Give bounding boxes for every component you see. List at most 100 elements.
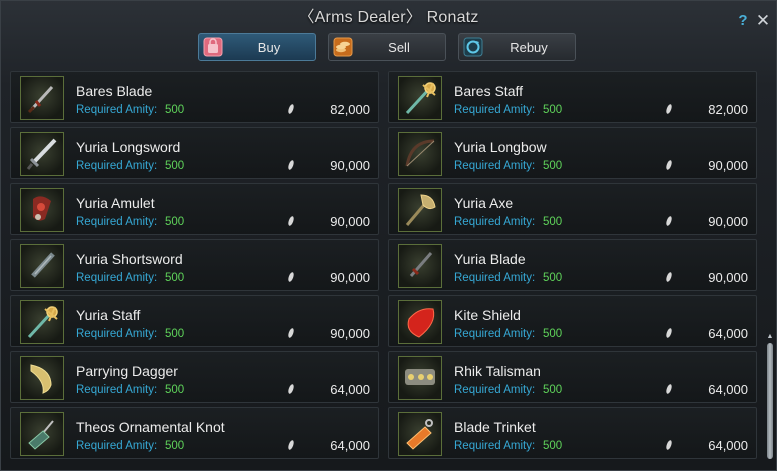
- coin-icon: [288, 272, 294, 282]
- item-slot[interactable]: [20, 300, 64, 344]
- item-price: 90,000: [330, 326, 370, 341]
- item-slot[interactable]: [398, 356, 442, 400]
- amity-label: Required Amity:: [76, 216, 158, 228]
- item-price: 64,000: [330, 382, 370, 397]
- staff-icon: [27, 306, 58, 339]
- cycle-icon: [462, 36, 484, 58]
- shop-item[interactable]: Yuria Shortsword Required Amity: 500 90,000: [10, 239, 379, 291]
- blade-icon: [409, 252, 433, 277]
- shop-item[interactable]: Kite Shield Required Amity: 500 64,000: [388, 295, 757, 347]
- shop-item[interactable]: Parrying Dagger Required Amity: 500 64,000: [10, 351, 379, 403]
- shop-item[interactable]: Blade Trinket Required Amity: 500 64,000: [388, 407, 757, 459]
- item-price: 64,000: [330, 438, 370, 453]
- amity-label: Required Amity:: [454, 160, 536, 172]
- item-price: 82,000: [330, 102, 370, 117]
- item-name: Parrying Dagger: [76, 363, 178, 379]
- tab-rebuy[interactable]: Rebuy: [458, 33, 576, 61]
- amity-label: Required Amity:: [76, 328, 158, 340]
- item-slot[interactable]: [398, 188, 442, 232]
- item-slot[interactable]: [20, 244, 64, 288]
- coin-icon: [288, 328, 294, 338]
- item-price: 64,000: [708, 382, 748, 397]
- dagger-icon: [27, 85, 54, 114]
- item-name: Yuria Blade: [454, 251, 526, 267]
- item-name: Kite Shield: [454, 307, 521, 323]
- item-slot[interactable]: [398, 300, 442, 344]
- item-slot[interactable]: [20, 132, 64, 176]
- amity-label: Required Amity:: [454, 328, 536, 340]
- item-name: Yuria Longsword: [76, 139, 181, 155]
- item-slot[interactable]: [20, 356, 64, 400]
- amulet-icon: [33, 196, 51, 221]
- scrollbar[interactable]: ▲: [766, 67, 774, 467]
- item-name: Bares Blade: [76, 83, 153, 99]
- scroll-thumb[interactable]: [767, 343, 773, 459]
- coin-icon: [666, 216, 672, 226]
- amity-value: 500: [543, 160, 563, 172]
- item-slot[interactable]: [20, 76, 64, 120]
- item-name: Blade Trinket: [454, 419, 536, 435]
- item-price: 90,000: [708, 214, 748, 229]
- amity-label: Required Amity:: [454, 272, 536, 284]
- coins-icon: [332, 36, 354, 58]
- shop-item[interactable]: Yuria Amulet Required Amity: 500 90,000: [10, 183, 379, 235]
- item-slot[interactable]: [398, 244, 442, 288]
- staff-icon: [405, 82, 436, 115]
- item-name: Yuria Axe: [454, 195, 514, 211]
- coin-icon: [288, 104, 294, 114]
- item-slot[interactable]: [398, 76, 442, 120]
- coin-icon: [666, 272, 672, 282]
- tab-buy-label: Buy: [257, 40, 281, 55]
- item-price: 90,000: [330, 214, 370, 229]
- scroll-up-icon[interactable]: ▲: [766, 333, 774, 341]
- shop-item[interactable]: Bares Blade Required Amity: 500 82,000: [10, 71, 379, 123]
- amity-label: Required Amity:: [76, 272, 158, 284]
- tab-sell[interactable]: Sell: [328, 33, 446, 61]
- amity-value: 500: [543, 328, 563, 340]
- amity-label: Required Amity:: [76, 440, 158, 452]
- shop-item[interactable]: Rhik Talisman Required Amity: 500 64,000: [388, 351, 757, 403]
- shop-item[interactable]: Yuria Longsword Required Amity: 500 90,000: [10, 127, 379, 179]
- shop-item[interactable]: Bares Staff Required Amity: 500 82,000: [388, 71, 757, 123]
- bag-icon: [202, 36, 224, 58]
- shortsword-icon: [31, 252, 55, 278]
- amity-value: 500: [165, 160, 185, 172]
- coin-icon: [666, 160, 672, 170]
- amity-value: 500: [165, 216, 185, 228]
- amity-label: Required Amity:: [454, 216, 536, 228]
- coin-icon: [666, 440, 672, 450]
- item-slot[interactable]: [20, 412, 64, 456]
- item-price: 64,000: [708, 326, 748, 341]
- amity-value: 500: [165, 104, 185, 116]
- tab-rebuy-label: Rebuy: [510, 40, 548, 55]
- item-name: Theos Ornamental Knot: [76, 419, 225, 435]
- curved-dagger-icon: [30, 364, 52, 394]
- tab-buy[interactable]: Buy: [198, 33, 316, 61]
- coin-icon: [666, 104, 672, 114]
- shop-item[interactable]: Yuria Axe Required Amity: 500 90,000: [388, 183, 757, 235]
- item-slot[interactable]: [398, 132, 442, 176]
- amity-value: 500: [165, 440, 185, 452]
- longsword-icon: [26, 138, 57, 170]
- amity-value: 500: [543, 440, 563, 452]
- amity-label: Required Amity:: [76, 104, 158, 116]
- talisman-icon: [405, 369, 435, 385]
- coin-icon: [666, 328, 672, 338]
- item-price: 90,000: [330, 158, 370, 173]
- coin-icon: [288, 440, 294, 450]
- shop-item[interactable]: Yuria Staff Required Amity: 500 90,000: [10, 295, 379, 347]
- item-list: Bares Blade Required Amity: 500 82,000 Bares…: [10, 71, 758, 469]
- amity-value: 500: [543, 272, 563, 284]
- shield-icon: [407, 308, 435, 338]
- item-slot[interactable]: [398, 412, 442, 456]
- help-button[interactable]: ?: [736, 12, 750, 30]
- amity-label: Required Amity:: [454, 104, 536, 116]
- trinket-icon: [406, 419, 433, 450]
- close-button[interactable]: ✕: [755, 12, 771, 30]
- shop-item[interactable]: Yuria Blade Required Amity: 500 90,000: [388, 239, 757, 291]
- shop-item[interactable]: Yuria Longbow Required Amity: 500 90,000: [388, 127, 757, 179]
- item-slot[interactable]: [20, 188, 64, 232]
- item-name: Yuria Shortsword: [76, 251, 183, 267]
- shop-item[interactable]: Theos Ornamental Knot Required Amity: 500 6…: [10, 407, 379, 459]
- amity-value: 500: [543, 384, 563, 396]
